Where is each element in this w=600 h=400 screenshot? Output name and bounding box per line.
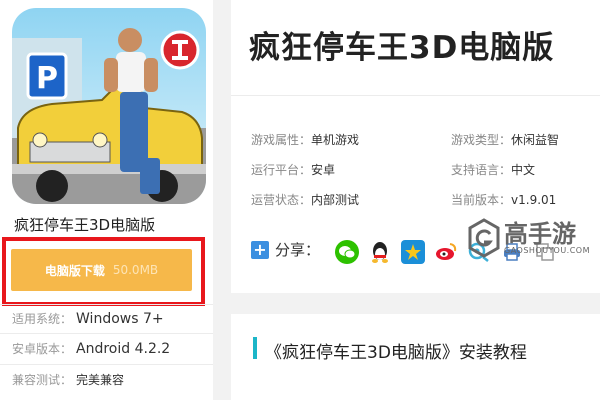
attr-key: 运行平台： — [251, 163, 312, 177]
watermark-text: 高手游 — [504, 220, 576, 248]
parking-badge: P — [36, 61, 58, 96]
pc-download-button[interactable]: 电脑版下载 50.0MB — [11, 249, 192, 291]
attr-key: 游戏属性： — [251, 133, 312, 147]
attr-status: 运营状态：内部测试 — [251, 191, 359, 208]
info-key: 安卓版本： — [12, 342, 73, 356]
attr-value: v1.9.01 — [511, 193, 557, 207]
info-row-system: 适用系统： Windows 7+ — [12, 310, 164, 327]
attr-key: 当前版本： — [451, 193, 512, 207]
divider — [0, 364, 213, 365]
attr-game-property: 游戏属性：单机游戏 — [251, 131, 359, 148]
game-art-image: P — [12, 8, 206, 204]
attr-language: 支持语言：中文 — [451, 161, 535, 178]
attr-value: 中文 — [511, 163, 536, 177]
section-accent-bar — [253, 337, 257, 359]
page-title: 疯狂停车王3D电脑版 — [249, 30, 555, 66]
wechat-icon[interactable] — [335, 240, 359, 264]
app-name: 疯狂停车王3D电脑版 — [14, 216, 156, 234]
info-row-android: 安卓版本： Android 4.2.2 — [12, 340, 170, 357]
info-value: Android 4.2.2 — [76, 341, 171, 357]
attr-value: 内部测试 — [311, 193, 360, 207]
site-watermark: 高手游 GAOSHOUYOU.COM — [464, 214, 592, 270]
info-key: 兼容测试： — [12, 373, 73, 387]
info-value: 完美兼容 — [76, 373, 125, 387]
install-guide-card: 《疯狂停车王3D电脑版》安装教程 — [231, 314, 600, 400]
attr-value: 安卓 — [311, 163, 336, 177]
attr-game-type: 游戏类型：休闲益智 — [451, 131, 559, 148]
share-bar: + 分享： — [251, 239, 320, 260]
qzone-icon[interactable] — [401, 240, 425, 264]
attr-platform: 运行平台：安卓 — [251, 161, 335, 178]
app-summary-card: P 疯狂停车王3D电脑版 电脑版下载 50.0MB 适用系统： Windows … — [0, 0, 213, 400]
share-plus-icon[interactable]: + — [251, 240, 269, 259]
attr-value: 单机游戏 — [311, 133, 360, 147]
divider — [0, 304, 213, 305]
section-title: 《疯狂停车王3D电脑版》安装教程 — [265, 343, 527, 363]
attr-version: 当前版本：v1.9.01 — [451, 191, 556, 208]
watermark-logo-icon — [468, 218, 500, 258]
share-label: 分享： — [275, 241, 321, 259]
attr-key: 运营状态： — [251, 193, 312, 207]
download-size: 50.0MB — [112, 263, 159, 277]
divider — [231, 95, 600, 96]
divider — [0, 333, 213, 334]
weibo-icon[interactable] — [434, 240, 458, 264]
qq-icon[interactable] — [368, 240, 392, 264]
app-icon[interactable]: P — [12, 8, 206, 204]
attr-key: 游戏类型： — [451, 133, 512, 147]
info-value: Windows 7+ — [76, 311, 164, 327]
watermark-subtext: GAOSHOUYOU.COM — [504, 246, 591, 255]
download-label: 电脑版下载 — [44, 263, 105, 278]
attr-value: 休闲益智 — [511, 133, 560, 147]
info-row-compat: 兼容测试： 完美兼容 — [12, 371, 124, 388]
info-key: 适用系统： — [12, 312, 73, 326]
attr-key: 支持语言： — [451, 163, 512, 177]
